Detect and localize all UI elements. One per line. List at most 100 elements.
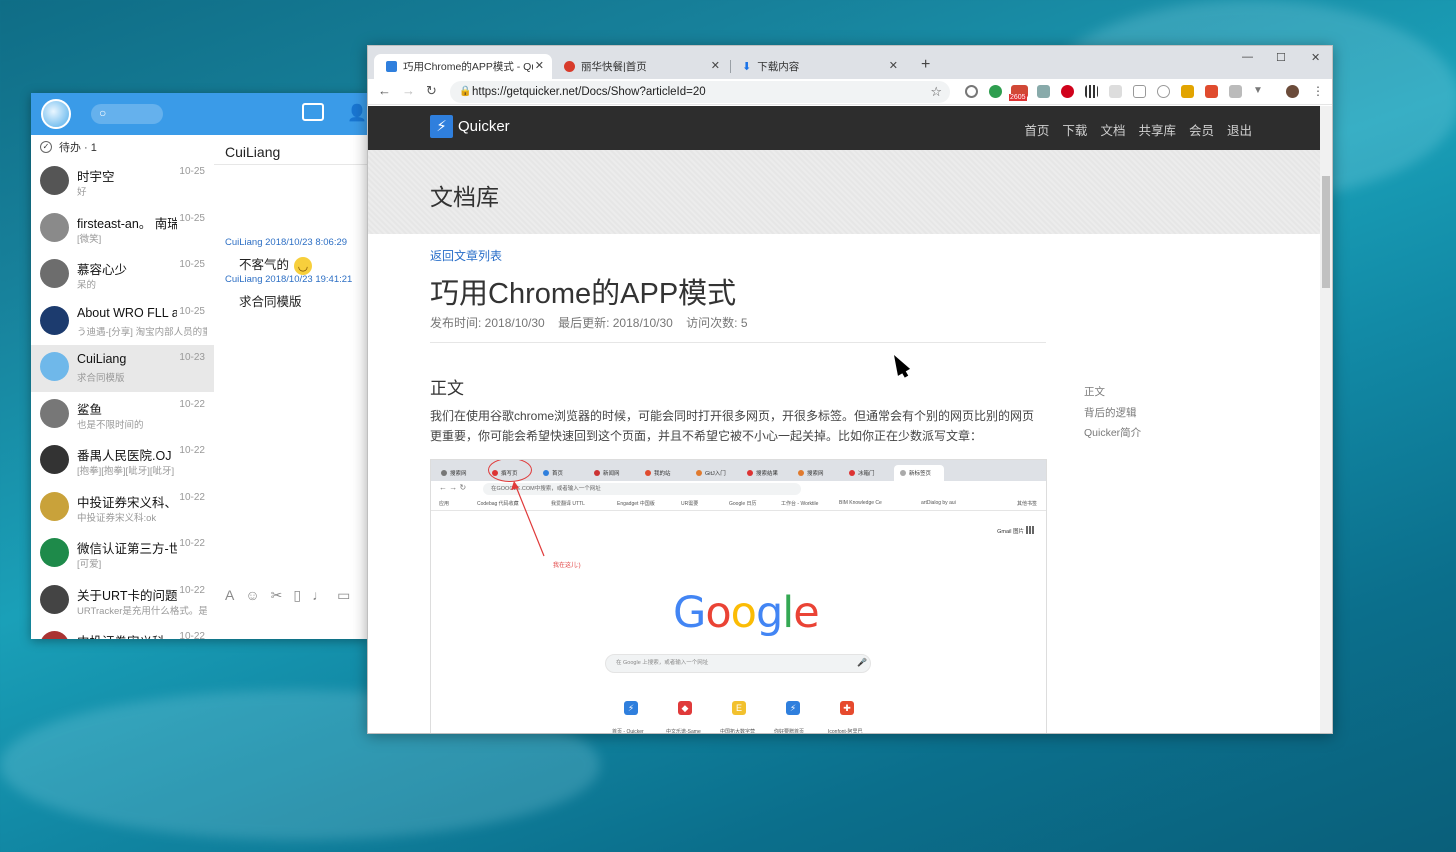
last-message-time: 10-25	[179, 259, 205, 270]
conversation-item[interactable]: 关于URT卡的问题 10-22 URTracker是充用什么格式。是	[31, 578, 214, 625]
back-arrow-icon[interactable]: ←	[378, 83, 391, 98]
conversation-item[interactable]: 番禺人民医院.OJ 10-22 [抱拳][抱拳][呲牙][呲牙]	[31, 438, 214, 485]
nav-logout[interactable]: 退出	[1227, 120, 1252, 139]
shield-icon[interactable]	[1133, 85, 1146, 98]
url-text: https://getquicker.net/Docs/Show?article…	[472, 86, 706, 98]
evernote-icon[interactable]	[989, 85, 1002, 98]
vertical-scrollbar[interactable]	[1320, 106, 1332, 733]
messages-icon[interactable]	[302, 103, 324, 121]
font-icon[interactable]: A	[225, 587, 234, 604]
shortcut-label: 你好要赠首页	[774, 729, 805, 734]
callout-arrow	[511, 481, 545, 557]
last-message-time: 10-25	[179, 212, 205, 224]
maximize-button[interactable]: ☐	[1276, 51, 1286, 64]
image-icon[interactable]: ▯	[293, 587, 301, 604]
toc-item[interactable]: 背后的逻辑	[1084, 403, 1141, 424]
contact-name: CuiLiang	[77, 352, 127, 366]
close-tab-icon[interactable]: ✕	[711, 59, 720, 72]
tab-favicon-icon	[441, 470, 447, 476]
conversation-item[interactable]: 中投证券宋义科、蓝10-22 中投证券宋义科:ok	[31, 485, 214, 532]
address-bar[interactable]: 🔒 https://getquicker.net/Docs/Show?artic…	[450, 81, 950, 103]
forward-arrow-icon[interactable]: →	[402, 83, 415, 98]
last-message-preview: [微笑]	[77, 233, 102, 245]
extension-icon[interactable]	[965, 85, 978, 98]
scrollbar-thumb[interactable]	[1322, 176, 1330, 288]
screenshot-bookmark: Google 日历	[729, 501, 757, 507]
nav-member[interactable]: 会员	[1189, 120, 1214, 139]
conversation-item[interactable]: 慕容心少 10-25 呆的	[31, 252, 214, 299]
contact-avatar	[40, 491, 69, 521]
screenshot-bookmark: Engadget 中国版	[617, 501, 655, 507]
nav-download[interactable]: 下载	[1062, 120, 1087, 139]
microphone-icon[interactable]: ♩	[312, 587, 326, 604]
screenshot-tab: 搜索网	[792, 465, 842, 481]
back-to-list-link[interactable]: 返回文章列表	[430, 247, 502, 264]
search-input[interactable]: ○	[91, 104, 163, 124]
chat-toolbar: A ☺ ✂ ▯ ♩ ▭	[225, 587, 350, 604]
conversation-item[interactable]: About WRO FLL ar 10-25 う迪遇-[分享] 淘宝内部人员的重	[31, 299, 214, 346]
reload-icon[interactable]: ↻	[426, 83, 437, 99]
tab-downloads[interactable]: ⬇ 下载内容 ✕	[730, 54, 906, 79]
contact-avatar	[40, 445, 69, 474]
quicker-favicon-icon	[386, 61, 397, 72]
contact-name: 时宇空	[77, 170, 115, 184]
todo-bar[interactable]: ✓ 待办 · 1	[31, 135, 214, 159]
site-navbar: ⚡ Quicker 首页 下载 文档 共享库 会员 退出	[368, 106, 1320, 150]
close-tab-icon[interactable]: ✕	[889, 59, 898, 72]
chat-title: CuiLiang	[225, 144, 281, 160]
conversation-item[interactable]: 时宇空 10-25 好	[31, 159, 214, 206]
extension-icon[interactable]	[1229, 85, 1242, 98]
shortcut-label: 中文乐谱-Same	[666, 729, 701, 734]
nav-docs[interactable]: 文档	[1100, 120, 1125, 139]
menu-icon[interactable]: ⋮	[1312, 85, 1325, 98]
emoji-icon[interactable]: ☺	[245, 587, 259, 604]
tab-quicker-article[interactable]: 巧用Chrome的APP模式 - Quick ✕	[374, 54, 552, 79]
nav-share[interactable]: 共享库	[1138, 120, 1176, 139]
qr-code-icon[interactable]	[1085, 85, 1098, 98]
google-logo-letter: o	[730, 588, 757, 638]
opera-icon[interactable]	[1061, 85, 1074, 98]
bookmark-star-icon[interactable]: ☆	[930, 81, 942, 103]
close-tab-icon[interactable]: ✕	[535, 59, 544, 72]
screenshot-tab: 冰箱门	[843, 465, 893, 481]
shortcut-tile-icon: ✚	[840, 701, 854, 715]
conversation-item[interactable]: 微信认证第三方-世纪10-22 [可爱]	[31, 531, 214, 578]
minimize-button[interactable]: —	[1242, 51, 1253, 63]
profile-avatar[interactable]	[1286, 85, 1299, 98]
new-tab-button[interactable]: +	[921, 56, 930, 74]
shortcut-label: 首页 - Quicker	[612, 729, 644, 734]
search-icon: ○	[99, 106, 107, 120]
image-extension-icon[interactable]	[1037, 85, 1050, 98]
contact-avatar	[40, 352, 69, 381]
conversation-item[interactable]: 鲨鱼 10-22 也是不限时间的	[31, 392, 214, 439]
filter-icon[interactable]: ▼	[1253, 85, 1266, 98]
mail-badge: 2605	[1009, 94, 1027, 101]
nav-home[interactable]: 首页	[1024, 120, 1049, 139]
extension-icon[interactable]	[1157, 85, 1170, 98]
shortcut-tile-icon: ◆	[678, 701, 692, 715]
tab-lihua[interactable]: 丽华快餐|首页 ✕	[552, 54, 728, 79]
scissors-icon[interactable]: ✂	[271, 587, 283, 604]
screenshot-nav-icons: ← → ↻	[439, 483, 467, 492]
brand-link[interactable]: ⚡ Quicker	[430, 115, 510, 138]
conversation-item[interactable]: firsteast-an。 南瑞 10-25 [微笑]	[31, 206, 214, 253]
toc-item[interactable]: 正文	[1084, 382, 1141, 403]
conversation-item[interactable]: CuiLiang 10-23 求合同模版	[31, 345, 214, 392]
screenshot-top-links: Gmail 图片	[997, 529, 1024, 535]
page-title: 文档库	[430, 184, 499, 210]
screenshot-tab: 搜索网	[435, 465, 485, 481]
screen-icon[interactable]: ▭	[337, 587, 350, 604]
toc-item[interactable]: Quicker简介	[1084, 423, 1141, 444]
extension-icon[interactable]	[1205, 85, 1218, 98]
contact-name: About WRO FLL ar	[77, 305, 177, 320]
tab-label: 巧用Chrome的APP模式 - Quick	[403, 61, 533, 73]
conversation-item[interactable]: 中投证券宋义科10-22	[31, 624, 214, 639]
contacts-icon[interactable]: 👤	[347, 103, 367, 123]
tab-favicon-icon	[849, 470, 855, 476]
extension-icon[interactable]	[1181, 85, 1194, 98]
contact-name: 慕容心少	[77, 263, 128, 277]
close-window-button[interactable]: ✕	[1311, 51, 1320, 64]
extension-icon[interactable]	[1109, 85, 1122, 98]
user-avatar[interactable]	[41, 99, 71, 129]
shortcut-tile-icon: ⚡	[624, 701, 638, 715]
